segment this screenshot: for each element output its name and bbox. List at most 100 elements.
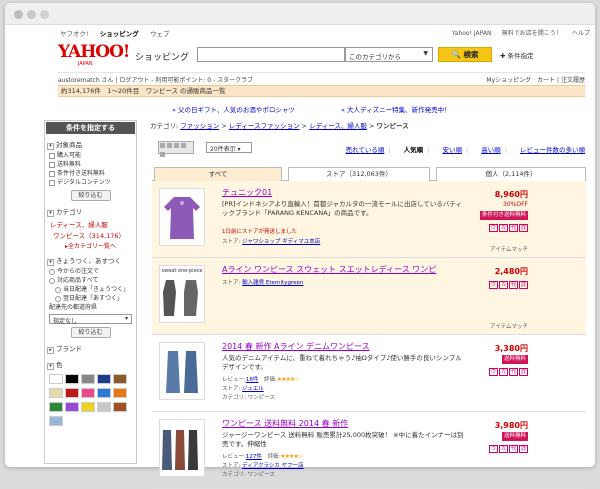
breadcrumb-link[interactable]: レディースファッション — [229, 122, 300, 130]
item-title[interactable]: Aライン ワンピース スウェット スエットレディース ワンピ — [222, 264, 436, 275]
checkbox-icon[interactable] — [49, 152, 55, 159]
product-image[interactable] — [159, 342, 205, 400]
color-swatch[interactable] — [81, 402, 95, 412]
nav-link-shopping[interactable]: ショッピング — [100, 30, 139, 38]
shipping-badge: 送料無料 — [501, 432, 528, 441]
color-swatch[interactable] — [97, 388, 111, 398]
item-title[interactable]: ワンピース 送料無料 2014 春 新作 — [222, 418, 348, 429]
color-swatch[interactable] — [49, 402, 63, 412]
close-dot-icon[interactable] — [14, 10, 23, 19]
radio-icon[interactable] — [49, 268, 55, 275]
radio-icon[interactable] — [55, 286, 61, 293]
delivery-option[interactable]: 翌日配達「あすつく」 — [55, 295, 132, 303]
filter-option[interactable]: 購入可能 — [49, 152, 132, 160]
color-swatch[interactable] — [113, 402, 127, 412]
color-swatch[interactable] — [113, 388, 127, 398]
sort-popular[interactable]: 人気順 — [404, 146, 424, 154]
color-swatch[interactable] — [81, 374, 95, 384]
item-title[interactable]: チュニック01 — [222, 187, 272, 198]
minimize-dot-icon[interactable] — [27, 10, 36, 19]
user-links[interactable]: Myショッピング カート | 注文履歴 — [486, 75, 585, 84]
promo-link-disney[interactable]: » 大人ディズニー特集、新作発売中！ — [341, 106, 473, 114]
promo-link-fathers-day[interactable]: » 父の日ギフト、人気のお酒やポロシャツ — [172, 106, 317, 114]
tab-store[interactable]: ストア（312,063件） — [288, 167, 430, 181]
pref-select[interactable]: 指定なし ▾ — [49, 314, 132, 325]
chevron-down-icon: ▼ — [423, 50, 428, 57]
list-item: sweat one-piece Aライン ワンピース スウェット スエットレディ… — [152, 258, 586, 335]
search-input[interactable] — [197, 47, 345, 62]
item-reviews: レビュー:127件 評価:★★★★☆ — [222, 453, 303, 460]
breadcrumb-link[interactable]: レディース、婦人服 — [309, 122, 367, 130]
nav-link-yahoo-japan[interactable]: Yahoo! JAPAN — [452, 30, 492, 37]
collapse-icon: ▾ — [47, 259, 54, 266]
store-link[interactable]: ジャワショップ ギディマユ本店 — [242, 239, 320, 245]
store-link[interactable]: 輸入雑貨 Eternitygreen — [242, 280, 303, 286]
filter-brand-head[interactable]: ▸ ブランド — [47, 343, 134, 354]
color-swatch[interactable] — [97, 374, 111, 384]
checkbox-icon[interactable] — [49, 170, 55, 177]
condition-link[interactable]: ✚ 条件指定 — [500, 50, 534, 60]
item-title[interactable]: 2014 春 新作 Aライン デニムワンピース — [222, 341, 370, 352]
yahoo-logo[interactable]: YAHOO! JAPAN — [58, 44, 138, 68]
category-path[interactable]: レディース、婦人服 — [50, 219, 131, 229]
item-store: ストア: ジャワショップ ギディマユ本店 — [222, 239, 321, 245]
item-store: ストア: 輸入雑貨 Eternitygreen — [222, 280, 304, 286]
per-page-select[interactable]: 20件表示 ▾ — [206, 142, 252, 153]
filter-color-head[interactable]: ▾ 色 — [47, 359, 134, 370]
narrow-button[interactable]: 絞り込む — [70, 327, 111, 338]
delivery-option[interactable]: 今からの注文で — [49, 268, 132, 276]
sort-reviews[interactable]: レビュー件数の多い順 — [520, 146, 585, 154]
grid-view-toggle-icon[interactable] — [158, 141, 194, 157]
user-info[interactable]: austorematch さん | ログアウト - 利用可能ポイント: 0 - … — [58, 75, 253, 84]
reviews-link[interactable]: 127件 — [246, 454, 262, 460]
nav-link-auction[interactable]: ヤフオク! — [60, 30, 88, 38]
filter-option[interactable]: 条件付き送料無料 — [49, 170, 132, 178]
nav-link-help[interactable]: ヘルプ — [572, 30, 590, 37]
all-categories-link[interactable]: ▸全カテゴリー覧へ — [65, 241, 131, 250]
color-swatch[interactable] — [65, 374, 79, 384]
product-image[interactable] — [159, 188, 205, 246]
item-price: 8,960円 — [494, 190, 528, 199]
filter-option[interactable]: デジタルコンテンツ — [49, 179, 132, 187]
search-button-label: 検索 — [463, 50, 479, 59]
breadcrumb-link[interactable]: ファッション — [180, 122, 219, 130]
filter-target-head[interactable]: ▾ 対象商品 — [47, 139, 134, 150]
product-image[interactable]: sweat one-piece — [159, 265, 205, 323]
filter-option[interactable]: 送料無料 — [49, 161, 132, 169]
color-swatch[interactable] — [65, 388, 79, 398]
nav-link-open-store[interactable]: 無料でお店を開こう！ — [502, 30, 562, 37]
tab-individual[interactable]: 個人（2,114件） — [436, 167, 586, 181]
checkbox-icon[interactable] — [49, 179, 55, 186]
product-image[interactable] — [159, 419, 205, 477]
sort-expensive[interactable]: 高い順 — [481, 146, 501, 154]
nav-link-web[interactable]: ウェブ — [150, 30, 170, 38]
search-button[interactable]: 🔍 検索 — [438, 47, 492, 62]
delivery-option[interactable]: 当日配達「きょうつく」 — [55, 286, 132, 294]
filter-delivery-head[interactable]: ▾ きょうつく、あすつく — [47, 255, 134, 266]
color-swatch[interactable] — [97, 402, 111, 412]
color-swatch[interactable] — [49, 374, 63, 384]
filter-sidebar: 条件を指定する ▾ 対象商品 購入可能 送料無料 条件付き送料無料 デジタルコンテ… — [44, 120, 137, 464]
store-link[interactable]: ジュエル — [242, 386, 264, 392]
checkbox-icon[interactable] — [49, 161, 55, 168]
radio-icon[interactable] — [55, 295, 61, 302]
color-swatch[interactable] — [65, 402, 79, 412]
rating-stars-icon: ★★★★☆ — [280, 453, 303, 460]
sort-best-selling[interactable]: 売れている順 — [346, 146, 385, 154]
color-swatch[interactable] — [81, 388, 95, 398]
search-category-select[interactable]: このカテゴリから ▼ — [345, 47, 433, 62]
color-swatch[interactable] — [49, 416, 63, 426]
narrow-button[interactable]: 絞り込む — [70, 190, 111, 201]
filter-category-head[interactable]: ▾ カテゴリ — [47, 206, 134, 217]
rating-stars-icon: ★★★★☆ — [276, 376, 300, 383]
color-swatch[interactable] — [113, 374, 127, 384]
color-swatch[interactable] — [49, 388, 63, 398]
maximize-dot-icon[interactable] — [40, 10, 49, 19]
radio-icon[interactable] — [49, 277, 55, 284]
collapse-icon: ▾ — [47, 363, 54, 370]
sort-cheapest[interactable]: 安い順 — [442, 146, 462, 154]
tab-all[interactable]: すべて — [154, 167, 282, 181]
reviews-link[interactable]: 18件 — [246, 377, 259, 383]
store-link[interactable]: ディアクラシカ ヤフー店 — [242, 463, 303, 469]
delivery-option[interactable]: 対応商品すべて — [49, 277, 132, 285]
